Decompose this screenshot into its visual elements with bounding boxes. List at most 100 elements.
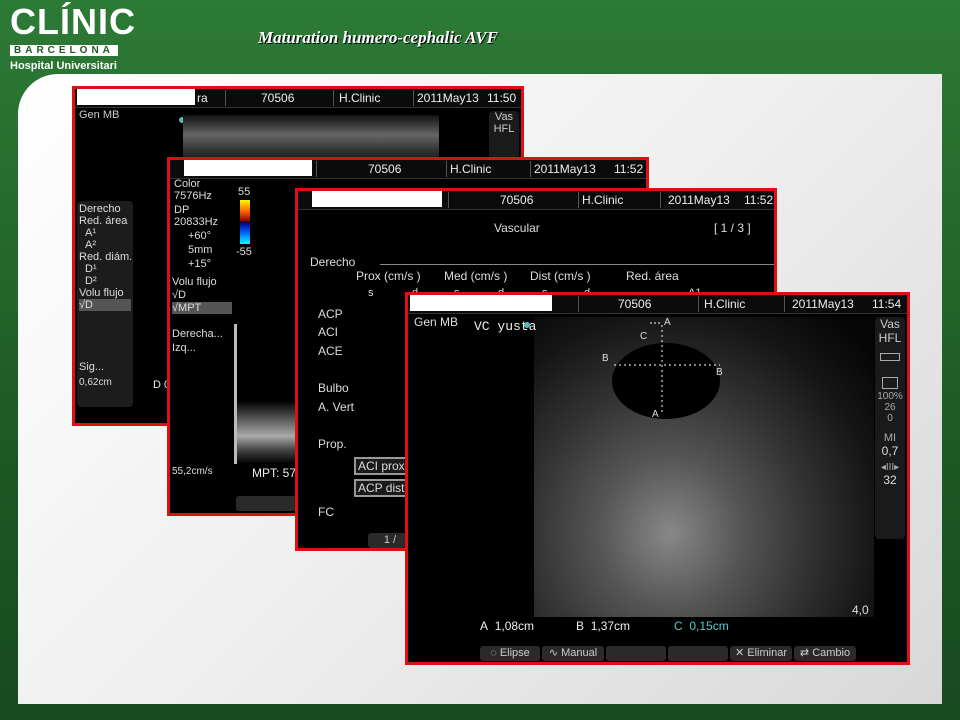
marker-c: C [640,331,648,342]
logo-subtitle: Hospital Universitari [10,60,117,72]
eliminar-button[interactable]: ✕ Eliminar [730,646,792,661]
manual-label: Manual [561,647,598,659]
scale-top: 55 [238,186,251,198]
depth-readout: 4,0 [852,603,869,617]
hdr-partial: ra [197,91,208,105]
ellipse-button[interactable]: ◌ Elipse [480,646,540,661]
empty-button-1[interactable] [606,646,666,661]
probe-vas: Vas [494,111,514,123]
meas-b-value: 1,37cm [590,619,631,633]
dp-freq: 20833Hz [174,216,219,228]
site: H.Clinic [339,91,381,105]
steer-value: +15° [188,258,212,270]
eliminar-label: Eliminar [747,647,787,659]
col-dist: Dist (cm/s ) [530,269,591,283]
ellipse-label: Elipse [499,647,530,659]
patient-id: 70506 [368,162,402,176]
dynamic-range-value: 32 [883,473,897,487]
menu-volu-flujo[interactable]: Volu flujo [79,287,124,299]
date: 2011May13 [417,91,479,105]
battery-icon [880,353,900,361]
mpt-option[interactable]: √MPT [172,302,232,314]
dp-label: DP [174,204,190,216]
measure-menu: Derecho Red. área A¹ A² Red. diám. D¹ D²… [77,201,133,407]
site: H.Clinic [450,162,492,176]
site: H.Clinic [582,193,624,207]
row-aci: ACI [318,325,339,339]
side-panel-top: Vas HFL [875,317,905,379]
angle-value: +60° [188,230,212,242]
side-panel: Vas HFL [489,111,519,161]
time: 11:52 [744,193,774,207]
cambio-button[interactable]: ⇄ Cambio [794,646,856,661]
probe-hfl: HFL [878,331,902,345]
meas-a-key: A [480,619,489,633]
zero-value: 0 [887,413,893,424]
softkey-bar: ◌ Elipse ∿ Manual ✕ Eliminar ⇄ Cambio [408,644,907,662]
row-a-vert: A. Vert [318,400,355,414]
empty-button-2[interactable] [668,646,728,661]
date: 2011May13 [668,193,730,207]
subcol: s [368,287,374,299]
izq-option[interactable]: Izq... [172,342,196,354]
menu-red-diam[interactable]: Red. diám. [79,251,132,263]
side-panel-bottom: 100% 26 0 MI 0,7 ◂III▸ 32 [875,375,905,539]
col-prox: Prox (cm/s ) [356,269,421,283]
derecha-option[interactable]: Derecha... [172,328,223,340]
clinic-logo: CLÍNIC BARCELONA Hospital Universitari [10,4,136,72]
power-value: 100% [877,391,903,402]
ultrasound-screen-4: 70506 H.Clinic 2011May13 11:54 Gen MB VC… [405,292,910,665]
menu-d-selected[interactable]: √D [79,299,131,311]
menu-sig[interactable]: Sig... [79,361,104,373]
marker-a-top: A [664,317,671,328]
menu-d2[interactable]: D² [85,275,97,287]
marker-b-right: B [716,367,723,378]
dynamic-range-icon: ◂III▸ [880,462,900,473]
mode-label: Vascular [494,221,540,235]
manual-button[interactable]: ∿ Manual [542,646,604,661]
gate-value: 5mm [188,244,213,256]
screen1-header: ra 70506 H.Clinic 2011May13 11:50 [75,89,521,108]
menu-a2[interactable]: A² [85,239,96,251]
row-prop: Prop. [318,437,347,451]
probe-vas: Vas [880,317,900,331]
marker-a-bottom: A [652,409,659,420]
menu-derecho[interactable]: Derecho [79,203,121,215]
meas-a: A 1,08cm [480,619,534,633]
time: 11:50 [487,91,517,105]
color-scale-bar [240,200,250,244]
doppler-trace [234,324,301,464]
patient-id: 70506 [261,91,295,105]
menu-a1[interactable]: A¹ [85,227,96,239]
col-red-area: Red. área [626,269,679,283]
marker-b-left: B [602,353,609,364]
menu-d1[interactable]: D¹ [85,263,97,275]
screen2-header: 70506 H.Clinic 2011May13 11:52 [170,160,646,179]
mi-value: 0,7 [881,444,899,458]
date: 2011May13 [534,162,596,176]
scale-bottom: -55 [236,246,252,258]
redacted-name [312,191,442,207]
row-fc: FC [318,505,334,519]
meas-c: C 0,15cm [674,619,729,633]
slide-title: Maturation humero-cephalic AVF [258,28,498,47]
gain-value: 26 [884,402,896,413]
volu-label: Volu flujo [172,276,217,288]
col-med: Med (cm/s ) [444,269,508,283]
screen3-header: 70506 H.Clinic 2011May13 11:52 [298,191,774,210]
meas-b-key: B [576,619,585,633]
d-option[interactable]: √D [172,289,186,301]
gen-label: Gen MB [79,109,120,121]
menu-red-area[interactable]: Red. área [79,215,127,227]
velocity-readout: 55,2cm/s [172,466,213,477]
bottom-button[interactable] [236,496,296,511]
mpt-readout: MPT: 57 [252,466,297,480]
redacted-name [184,160,312,176]
logo-name: CLÍNIC [10,1,136,42]
meas-a-value: 1,08cm [494,619,535,633]
gain-icon [882,377,898,389]
cambio-label: Cambio [812,647,851,659]
patient-id: 70506 [500,193,534,207]
meas-c-value: 0,15cm [689,619,729,633]
time: 11:52 [614,162,644,176]
